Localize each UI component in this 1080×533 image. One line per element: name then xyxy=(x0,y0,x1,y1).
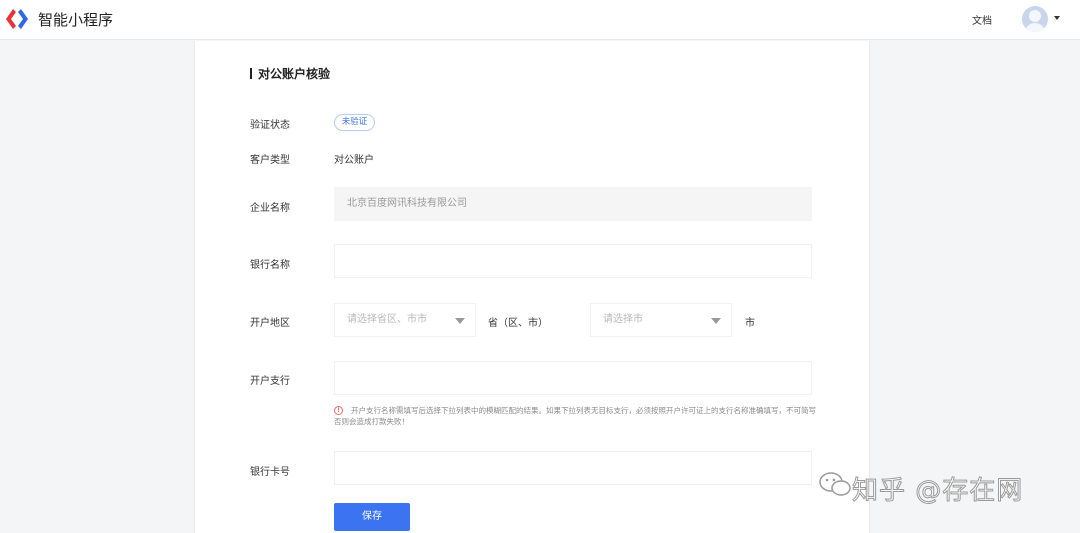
chevron-down-icon[interactable] xyxy=(1054,16,1060,20)
company-name-field: 北京百度网讯科技有限公司 xyxy=(334,187,812,221)
status-badge: 未验证 xyxy=(334,114,375,131)
city-suffix: 市 xyxy=(745,318,755,329)
bank-name-label: 银行名称 xyxy=(250,260,290,271)
customer-type-label: 客户类型 xyxy=(250,155,290,166)
company-name-label: 企业名称 xyxy=(250,203,290,214)
caret-down-icon xyxy=(455,318,465,324)
card-number-label: 银行卡号 xyxy=(250,467,290,478)
customer-type-value: 对公账户 xyxy=(334,155,374,166)
app-logo-icon[interactable] xyxy=(4,7,30,31)
wechat-logo-icon xyxy=(819,472,851,496)
card-number-input[interactable] xyxy=(334,451,812,485)
watermark-text: 知乎 @存在网 xyxy=(851,476,1024,507)
region-label: 开户地区 xyxy=(250,318,290,329)
page-title: 对公账户核验 xyxy=(258,67,331,81)
user-head-shape xyxy=(1029,10,1041,22)
caret-down-icon xyxy=(711,318,721,324)
app-name: 智能小程序 xyxy=(38,11,114,29)
city-select[interactable]: 请选择市 xyxy=(590,303,732,337)
avatar[interactable] xyxy=(1022,6,1048,32)
branch-hint: 开户支行名称需填写后选择下拉列表中的模糊匹配的结果。如果下拉列表无目标支行，必须… xyxy=(334,406,816,426)
province-select[interactable]: 请选择省区、市市 xyxy=(334,303,476,337)
top-navigation-bar: 智能小程序 文档 xyxy=(0,0,1080,40)
province-suffix: 省（区、市） xyxy=(488,318,548,329)
verify-status-label: 验证状态 xyxy=(250,120,290,131)
branch-input[interactable] xyxy=(334,361,812,395)
province-placeholder: 请选择省区、市市 xyxy=(347,314,427,325)
branch-label: 开户支行 xyxy=(250,376,290,387)
city-placeholder: 请选择市 xyxy=(603,314,643,325)
user-body-shape xyxy=(1025,23,1045,32)
docs-link[interactable]: 文档 xyxy=(972,12,992,27)
save-button[interactable]: 保存 xyxy=(334,503,410,531)
bank-name-input[interactable] xyxy=(334,244,812,278)
title-accent-bar xyxy=(250,68,252,79)
